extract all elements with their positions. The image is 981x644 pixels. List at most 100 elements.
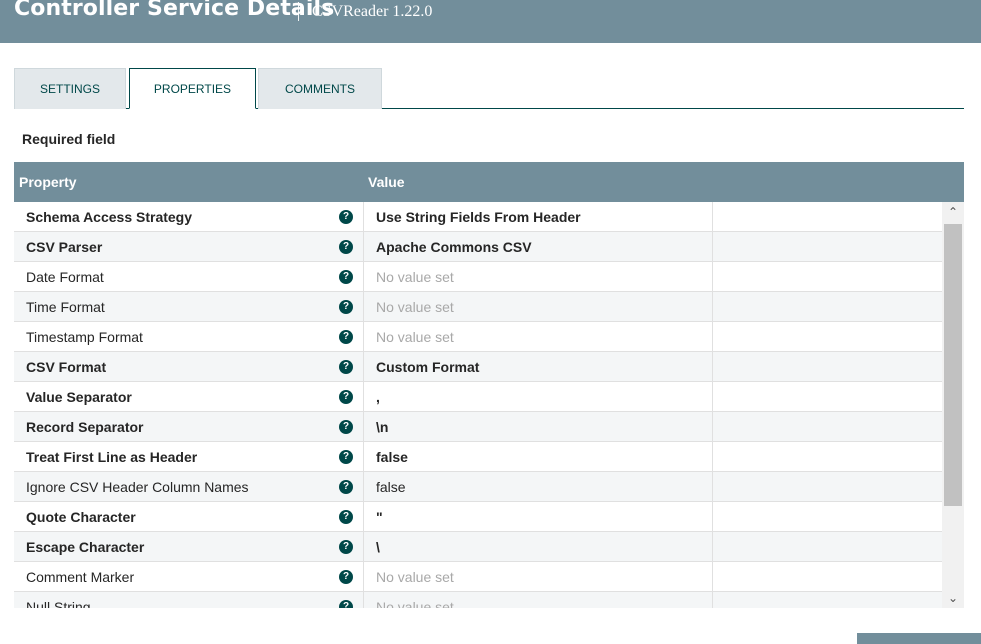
property-name: Schema Access Strategy	[26, 209, 193, 225]
table-row[interactable]: CSV Format? Custom Format	[14, 352, 943, 382]
property-value[interactable]: No value set	[376, 329, 454, 345]
column-divider	[712, 412, 713, 442]
column-divider	[712, 232, 713, 262]
column-divider	[712, 382, 713, 412]
column-divider	[712, 562, 713, 592]
column-divider	[363, 262, 364, 292]
table-row[interactable]: Treat First Line as Header? false	[14, 442, 943, 472]
property-name: Time Format	[26, 299, 105, 315]
help-circle-icon[interactable]: ?	[339, 300, 353, 314]
column-divider	[363, 412, 364, 442]
property-name: Comment Marker	[26, 569, 135, 585]
help-circle-icon[interactable]: ?	[339, 540, 353, 554]
column-divider	[363, 292, 364, 322]
tab-bar: SETTINGS PROPERTIES COMMENTS	[14, 68, 964, 109]
tab-properties[interactable]: PROPERTIES	[129, 68, 256, 109]
chevron-up-icon[interactable]: ⌃	[942, 202, 964, 222]
column-divider	[712, 532, 713, 562]
column-header-value[interactable]: Value	[368, 174, 405, 190]
help-circle-icon[interactable]: ?	[339, 360, 353, 374]
help-circle-icon[interactable]: ?	[339, 570, 353, 584]
table-row[interactable]: Comment Marker? No value set	[14, 562, 943, 592]
property-name: Escape Character	[26, 539, 145, 555]
column-divider	[712, 592, 713, 608]
property-name: Timestamp Format	[26, 329, 143, 345]
property-value[interactable]: No value set	[376, 269, 454, 285]
dialog-title: Controller Service Details	[14, 0, 335, 21]
dialog-header: Controller Service Details CSVReader 1.2…	[0, 0, 981, 43]
help-circle-icon[interactable]: ?	[339, 600, 353, 608]
table-header: Property Value	[14, 162, 964, 202]
column-divider	[363, 322, 364, 352]
column-divider	[712, 322, 713, 352]
help-circle-icon[interactable]: ?	[339, 210, 353, 224]
service-type-version: CSVReader 1.22.0	[312, 3, 433, 20]
property-name: Record Separator	[26, 419, 144, 435]
table-scrollbar[interactable]: ⌃ ⌄	[942, 202, 964, 608]
table-row[interactable]: Escape Character? \	[14, 532, 943, 562]
help-circle-icon[interactable]: ?	[339, 390, 353, 404]
column-divider	[363, 352, 364, 382]
column-divider	[712, 352, 713, 382]
column-divider	[363, 232, 364, 262]
table-row[interactable]: Null String? No value set	[14, 592, 943, 608]
column-header-property[interactable]: Property	[19, 174, 77, 190]
table-row[interactable]: Quote Character? "	[14, 502, 943, 532]
column-divider	[712, 472, 713, 502]
help-circle-icon[interactable]: ?	[339, 450, 353, 464]
property-name: Value Separator	[26, 389, 132, 405]
property-value[interactable]: No value set	[376, 569, 454, 585]
help-circle-icon[interactable]: ?	[339, 510, 353, 524]
property-value[interactable]: No value set	[376, 599, 454, 608]
property-value[interactable]: No value set	[376, 299, 454, 315]
property-name: CSV Parser	[26, 239, 103, 255]
column-divider	[363, 442, 364, 472]
tab-comments[interactable]: COMMENTS	[258, 68, 382, 109]
column-divider	[363, 472, 364, 502]
property-value[interactable]: \n	[376, 419, 388, 435]
property-value[interactable]: \	[376, 539, 380, 555]
table-row[interactable]: Timestamp Format? No value set	[14, 322, 943, 352]
table-row[interactable]: Value Separator?,	[14, 382, 943, 412]
help-circle-icon[interactable]: ?	[339, 270, 353, 284]
property-value[interactable]: Use String Fields From Header	[376, 209, 581, 225]
tab-settings[interactable]: SETTINGS	[14, 68, 126, 109]
table-row[interactable]: Record Separator? \n	[14, 412, 943, 442]
property-name: Treat First Line as Header	[26, 449, 198, 465]
column-divider	[363, 562, 364, 592]
help-circle-icon[interactable]: ?	[339, 480, 353, 494]
property-value[interactable]: Custom Format	[376, 359, 479, 375]
table-row[interactable]: Time Format? No value set	[14, 292, 943, 322]
column-divider	[712, 502, 713, 532]
property-value[interactable]: Apache Commons CSV	[376, 239, 532, 255]
table-row[interactable]: Ignore CSV Header Column Names? false	[14, 472, 943, 502]
column-divider	[363, 502, 364, 532]
table-body: Schema Access Strategy? Use String Fields…	[14, 202, 943, 608]
column-divider	[363, 202, 364, 232]
column-divider	[363, 532, 364, 562]
property-name: Null String	[26, 599, 91, 608]
column-divider	[363, 592, 364, 608]
chevron-down-icon[interactable]: ⌄	[942, 588, 964, 608]
table-row[interactable]: CSV Parser? Apache Commons CSV	[14, 232, 943, 262]
required-field-label: Required field	[22, 131, 116, 147]
property-name: CSV Format	[26, 359, 107, 375]
table-row[interactable]: Date Format? No value set	[14, 262, 943, 292]
column-divider	[712, 202, 713, 232]
help-circle-icon[interactable]: ?	[339, 420, 353, 434]
scrollbar-thumb[interactable]	[944, 224, 962, 506]
column-divider	[712, 442, 713, 472]
property-value[interactable]: false	[376, 479, 406, 495]
table-row[interactable]: Schema Access Strategy? Use String Fields…	[14, 202, 943, 232]
property-name: Quote Character	[26, 509, 136, 525]
property-value[interactable]: ,	[376, 389, 380, 405]
column-divider	[363, 382, 364, 412]
property-value[interactable]: false	[376, 449, 408, 465]
dialog-action-button[interactable]	[857, 633, 981, 644]
help-circle-icon[interactable]: ?	[339, 240, 353, 254]
title-separator	[298, 2, 299, 21]
help-circle-icon[interactable]: ?	[339, 330, 353, 344]
property-name: Ignore CSV Header Column Names	[26, 479, 249, 495]
column-divider	[712, 292, 713, 322]
property-value[interactable]: "	[376, 509, 383, 525]
